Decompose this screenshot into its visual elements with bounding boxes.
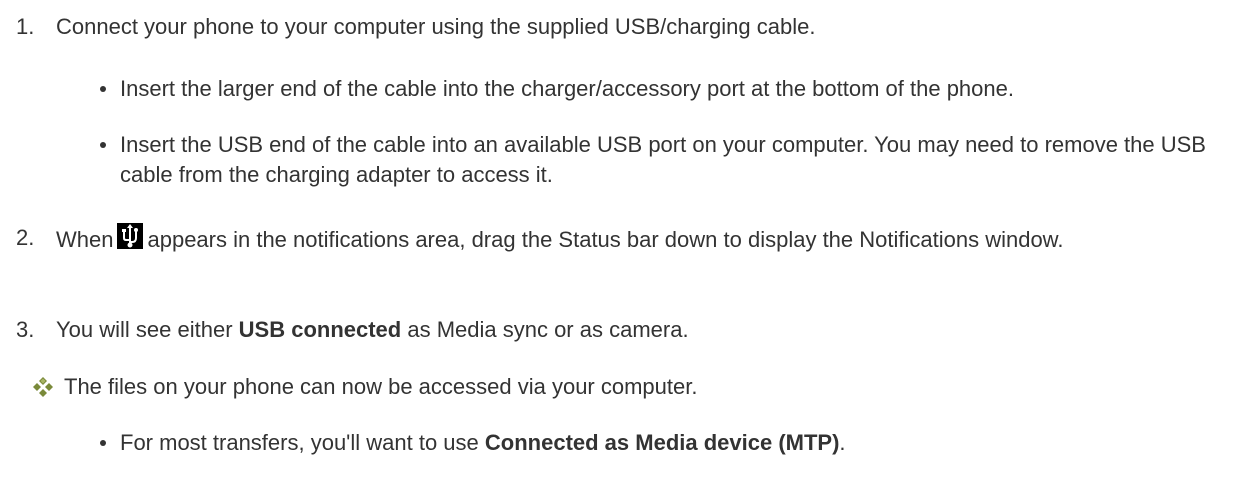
result-text: The files on your phone can now be acces… — [64, 374, 698, 399]
step-1-bullet-2: Insert the USB end of the cable into an … — [100, 130, 1210, 190]
step-number: 3. — [16, 317, 35, 342]
step-text-before-icon: When — [56, 227, 114, 252]
step-number: 2. — [16, 225, 35, 250]
usb-icon — [117, 223, 144, 249]
bullet-dot — [100, 86, 106, 92]
step-text: When appears in the notifications area, d… — [56, 223, 1236, 255]
step-text: You will see either USB connected as Med… — [56, 315, 1236, 345]
step-text-before-bold: You will see either — [56, 317, 239, 342]
bullet-text: Insert the larger end of the cable into … — [120, 76, 1014, 101]
result-bullet: For most transfers, you'll want to use C… — [100, 428, 1210, 458]
step-text-after-icon: appears in the notifications area, drag … — [147, 227, 1064, 252]
step-3: 3. You will see either USB connected as … — [16, 315, 1236, 345]
bullet-text: Insert the USB end of the cable into an … — [120, 132, 1206, 187]
step-1-bullet-1: Insert the larger end of the cable into … — [100, 74, 1210, 104]
step-text: Connect your phone to your computer usin… — [56, 14, 816, 39]
bullet-dot — [100, 142, 106, 148]
mtp-option-label: Connected as Media device (MTP) — [484, 430, 840, 455]
bullet-text-after-bold: . — [839, 430, 846, 455]
step-number: 1. — [16, 14, 35, 39]
usb-connected-label: USB connected — [238, 317, 402, 342]
result-line: The files on your phone can now be acces… — [32, 372, 1232, 402]
bullet-text: For most transfers, you'll want to use C… — [120, 428, 1220, 458]
step-2: 2. When appears in the notifications area… — [16, 223, 1236, 283]
bullet-dot — [100, 440, 106, 446]
diamond-cluster-icon — [32, 376, 54, 398]
step-text-after-bold: as Media sync or as camera. — [401, 317, 689, 342]
bullet-text-before-bold: For most transfers, you'll want to use — [120, 430, 485, 455]
step-1: 1. Connect your phone to your computer u… — [16, 12, 1236, 42]
document-body: 1. Connect your phone to your computer u… — [0, 0, 1256, 483]
